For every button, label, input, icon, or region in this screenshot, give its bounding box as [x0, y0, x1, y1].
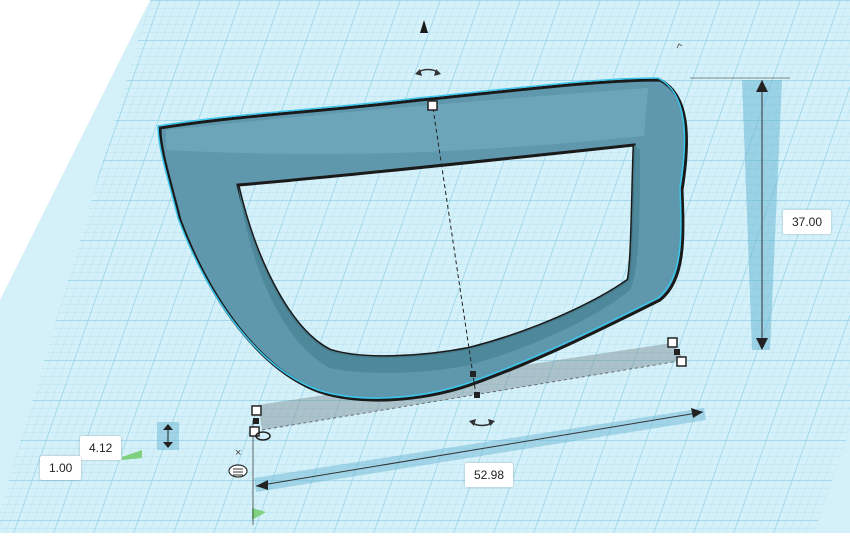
handle-center-bottom[interactable]	[474, 392, 480, 398]
close-icon[interactable]: ×	[235, 447, 241, 459]
3d-viewport[interactable]: × 37.00 52.98 4.12 1.00	[0, 0, 850, 533]
handle-center-front[interactable]	[470, 371, 476, 377]
handle-edge-west[interactable]	[253, 418, 259, 424]
handle-corner-nw[interactable]	[251, 405, 262, 416]
handle-top[interactable]	[427, 100, 438, 111]
width-label[interactable]: 52.98	[465, 463, 514, 487]
elevation-label[interactable]: 1.00	[40, 456, 82, 480]
depth-label[interactable]: 4.12	[80, 436, 122, 460]
height-label[interactable]: 37.00	[783, 210, 832, 234]
workplane-scene	[0, 0, 850, 533]
handle-corner-sw[interactable]	[249, 426, 260, 437]
handle-corner-se[interactable]	[676, 356, 687, 367]
ruler-icon[interactable]	[228, 464, 248, 478]
handle-corner-ne[interactable]	[667, 337, 678, 348]
handle-edge-east[interactable]	[674, 349, 680, 355]
